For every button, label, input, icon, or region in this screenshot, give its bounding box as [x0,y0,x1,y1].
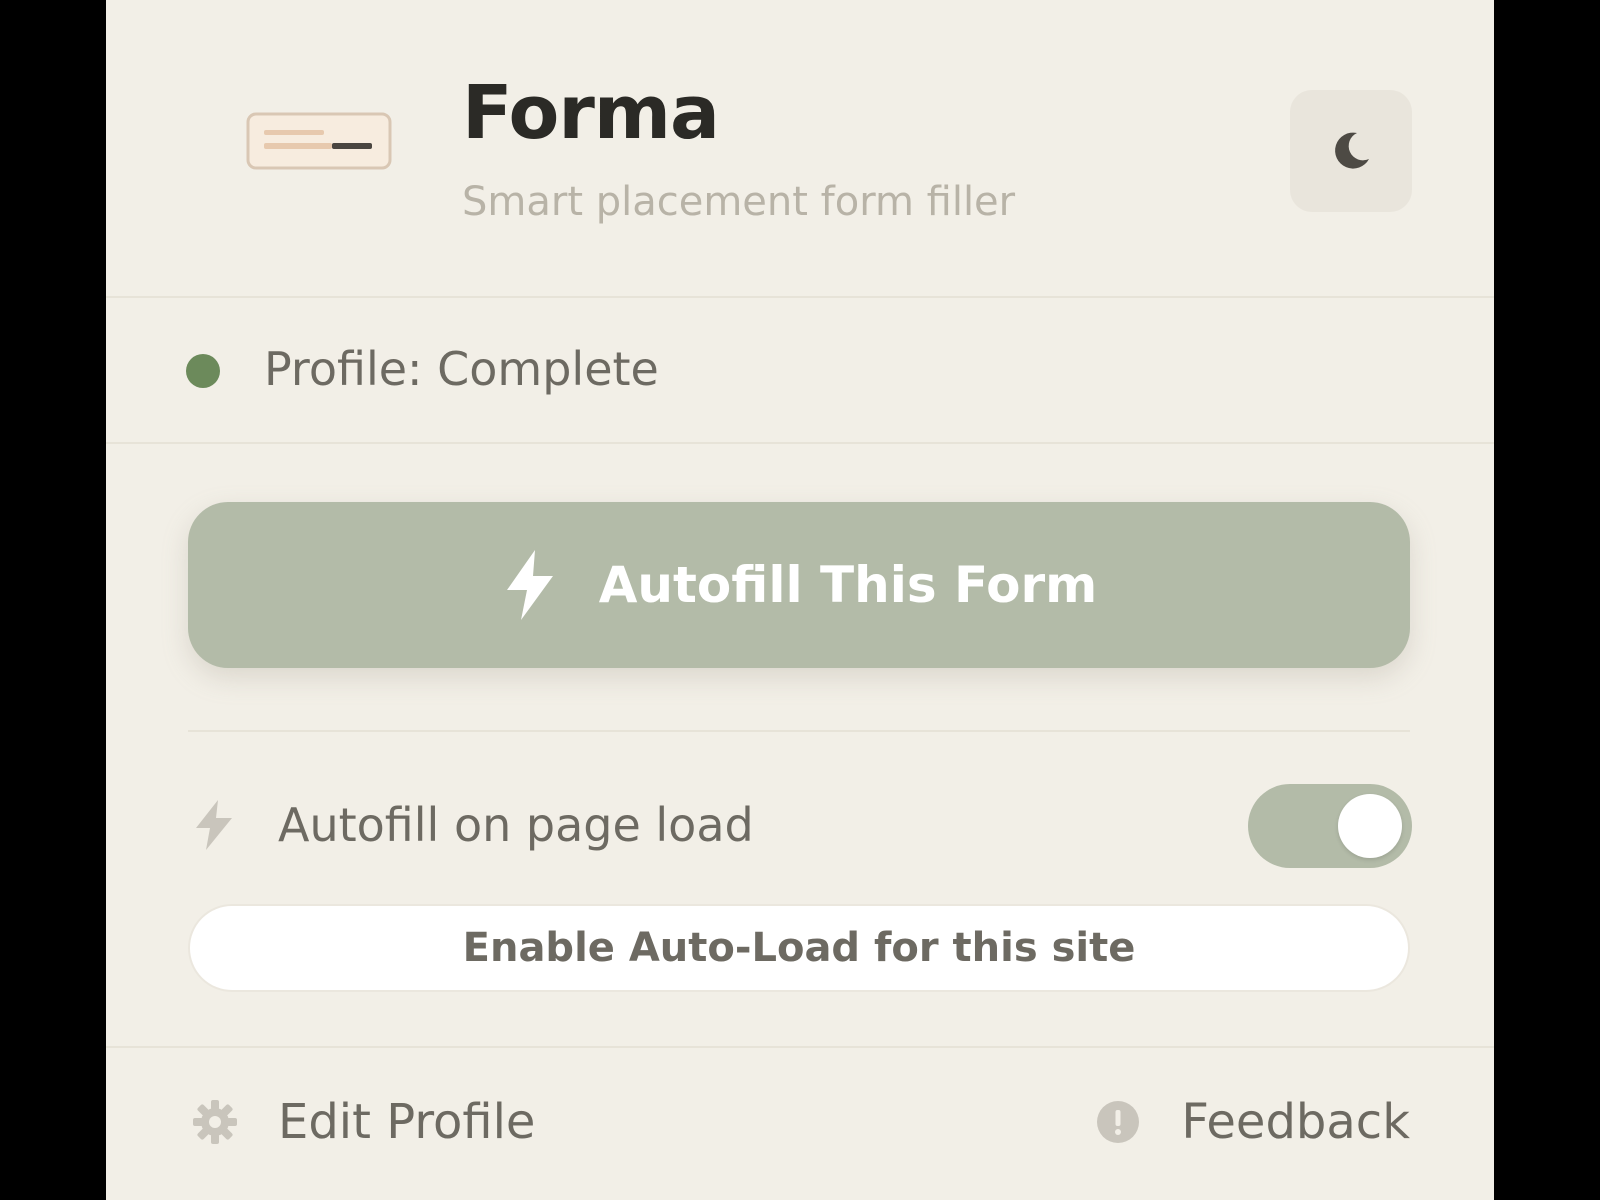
bolt-icon [506,550,553,620]
autofill-form-label: Autofill This Form [598,556,1098,614]
divider [188,730,1410,732]
alert-circle-icon [1097,1101,1140,1143]
status-indicator [186,354,220,388]
edit-profile-label: Edit Profile [278,1094,536,1150]
auto-load-label: Autofill on page load [278,798,754,852]
feedback-link[interactable]: Feedback [1095,1098,1410,1146]
app-subtitle: Smart placement form filler [462,179,1016,225]
toggle-knob [1338,794,1402,858]
app-title: Forma [462,70,720,156]
theme-toggle-button[interactable] [1290,90,1412,212]
profile-status: Profile: Complete [106,298,1494,444]
bolt-icon [196,800,232,850]
auto-load-setting: Autofill on page load [106,770,1494,880]
edit-profile-link[interactable]: Edit Profile [192,1098,535,1146]
status-text: Profile: Complete [264,342,659,396]
header: Forma Smart placement form filler [106,0,1494,298]
moon-icon [1335,132,1369,169]
feedback-label: Feedback [1181,1094,1410,1150]
footer: Edit Profile Feedback [106,1046,1494,1200]
gear-icon [193,1100,237,1144]
autofill-form-button[interactable]: Autofill This Form [188,502,1410,668]
extension-popup: Forma Smart placement form filler Profil… [106,0,1494,1200]
enable-auto-load-button[interactable]: Enable Auto-Load for this site [188,904,1410,992]
form-card-icon [246,112,392,170]
auto-load-toggle[interactable] [1248,784,1412,868]
